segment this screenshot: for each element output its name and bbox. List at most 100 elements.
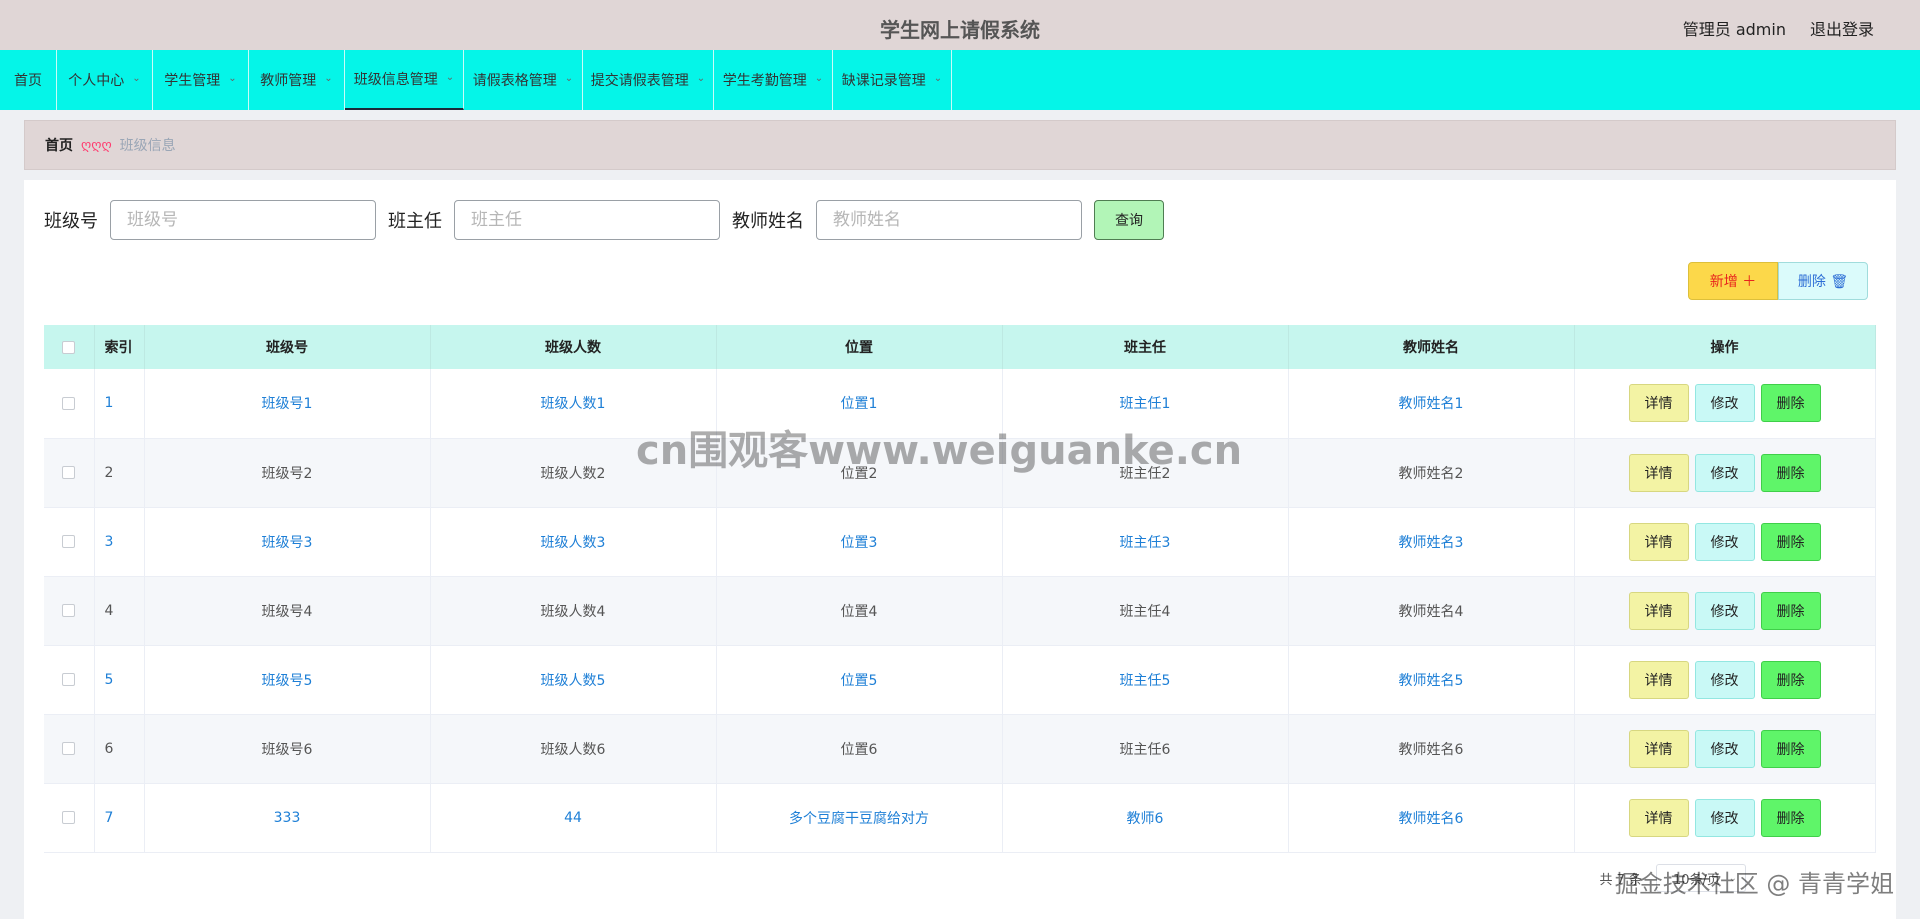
cell-class-size: 班级人数4 bbox=[430, 576, 717, 646]
cell-index: 2 bbox=[94, 438, 145, 508]
breadcrumb: 首页 ღღღ 班级信息 bbox=[24, 120, 1896, 170]
nav-item-2[interactable]: 学生管理 ⌄ bbox=[153, 50, 249, 110]
cell-class-no: 班级号3 bbox=[144, 507, 431, 577]
cell-location: 位置4 bbox=[716, 576, 1003, 646]
pagination: 共 7 条 10条/页 ⌄ bbox=[1599, 864, 1746, 892]
row-checkbox[interactable] bbox=[62, 466, 76, 479]
detail-button[interactable]: 详情 bbox=[1628, 384, 1689, 423]
detail-button[interactable]: 详情 bbox=[1628, 591, 1689, 630]
edit-button[interactable]: 修改 bbox=[1694, 453, 1755, 492]
table-row: 2 班级号2 班级人数2 位置2 班主任2 教师姓名2 详情 修改 删除 bbox=[44, 438, 1876, 508]
edit-button[interactable]: 修改 bbox=[1694, 384, 1755, 423]
cell-operation: 详情 修改 删除 bbox=[1574, 783, 1876, 853]
header-class-size[interactable]: 班级人数 bbox=[430, 325, 717, 369]
cell-teacher-name: 教师姓名6 bbox=[1288, 783, 1575, 853]
breadcrumb-current: 班级信息 bbox=[119, 138, 176, 154]
edit-button[interactable]: 修改 bbox=[1694, 591, 1755, 630]
detail-button[interactable]: 详情 bbox=[1628, 522, 1689, 561]
add-button[interactable]: 新增 ＋ bbox=[1688, 262, 1778, 300]
cell-location: 多个豆腐干豆腐给对方 bbox=[716, 783, 1003, 853]
teacher-name-input[interactable] bbox=[816, 200, 1082, 240]
select-all-cell bbox=[44, 325, 95, 369]
detail-button[interactable]: 详情 bbox=[1628, 453, 1689, 492]
pagination-total: 共 7 条 bbox=[1599, 872, 1642, 888]
row-delete-button[interactable]: 删除 bbox=[1760, 384, 1821, 423]
edit-button[interactable]: 修改 bbox=[1694, 660, 1755, 699]
cell-class-size: 班级人数2 bbox=[430, 438, 717, 508]
cell-class-no: 班级号5 bbox=[144, 645, 431, 715]
header-head-teacher[interactable]: 班主任 bbox=[1002, 325, 1289, 369]
header-teacher-name[interactable]: 教师姓名 bbox=[1288, 325, 1575, 369]
top-header: 学生网上请假系统 管理员 admin 退出登录 bbox=[0, 0, 1920, 50]
table-row: 4 班级号4 班级人数4 位置4 班主任4 教师姓名4 详情 修改 删除 bbox=[44, 576, 1876, 646]
select-all-checkbox[interactable] bbox=[62, 340, 76, 354]
chevron-down-icon: ⌄ bbox=[324, 72, 333, 84]
cell-class-size: 班级人数1 bbox=[430, 369, 717, 439]
row-checkbox[interactable] bbox=[62, 811, 76, 824]
row-select-cell bbox=[44, 576, 95, 646]
row-delete-button[interactable]: 删除 bbox=[1760, 522, 1821, 561]
header-class-no[interactable]: 班级号 bbox=[144, 325, 431, 369]
nav-item-label: 教师管理 bbox=[260, 73, 317, 89]
cell-class-size: 班级人数6 bbox=[430, 714, 717, 784]
row-select-cell bbox=[44, 438, 95, 508]
table-row: 3 班级号3 班级人数3 位置3 班主任3 教师姓名3 详情 修改 删除 bbox=[44, 507, 1876, 577]
query-button[interactable]: 查询 bbox=[1094, 200, 1164, 240]
row-delete-button[interactable]: 删除 bbox=[1760, 729, 1821, 768]
search-bar: 班级号 班主任 教师姓名 查询 bbox=[44, 200, 1164, 240]
page-size-value: 10条/页 bbox=[1673, 872, 1720, 888]
breadcrumb-home[interactable]: 首页 bbox=[45, 135, 73, 155]
row-checkbox[interactable] bbox=[62, 673, 76, 686]
edit-button[interactable]: 修改 bbox=[1694, 729, 1755, 768]
detail-button[interactable]: 详情 bbox=[1628, 798, 1689, 837]
table-row: 7 333 44 多个豆腐干豆腐给对方 教师6 教师姓名6 详情 修改 删除 bbox=[44, 783, 1876, 853]
detail-button[interactable]: 详情 bbox=[1628, 660, 1689, 699]
row-delete-button[interactable]: 删除 bbox=[1760, 798, 1821, 837]
row-checkbox[interactable] bbox=[62, 535, 76, 548]
page-size-select[interactable]: 10条/页 ⌄ bbox=[1656, 864, 1746, 892]
cell-operation: 详情 修改 删除 bbox=[1574, 369, 1876, 439]
nav-item-7[interactable]: 学生考勤管理 ⌄ bbox=[714, 50, 833, 110]
nav-item-3[interactable]: 教师管理 ⌄ bbox=[249, 50, 345, 110]
class-no-input[interactable] bbox=[110, 200, 376, 240]
nav-item-5[interactable]: 请假表格管理 ⌄ bbox=[464, 50, 583, 110]
nav-item-8[interactable]: 缺课记录管理 ⌄ bbox=[833, 50, 952, 110]
row-delete-button[interactable]: 删除 bbox=[1760, 591, 1821, 630]
chevron-down-icon: ⌄ bbox=[933, 72, 943, 84]
row-checkbox[interactable] bbox=[62, 396, 76, 410]
cell-class-no: 333 bbox=[144, 783, 431, 853]
nav-item-label: 学生考勤管理 bbox=[722, 73, 807, 89]
row-select-cell bbox=[44, 714, 95, 784]
row-checkbox[interactable] bbox=[62, 604, 76, 617]
nav-item-1[interactable]: 个人中心 ⌄ bbox=[57, 50, 153, 110]
nav-item-0[interactable]: 首页 bbox=[0, 50, 57, 110]
header-location[interactable]: 位置 bbox=[716, 325, 1003, 369]
nav-item-4[interactable]: 班级信息管理 ⌄ bbox=[345, 50, 464, 110]
cell-operation: 详情 修改 删除 bbox=[1574, 714, 1876, 784]
cell-teacher-name: 教师姓名3 bbox=[1288, 507, 1575, 577]
row-checkbox[interactable] bbox=[62, 742, 76, 755]
nav-item-label: 提交请假表管理 bbox=[590, 73, 689, 89]
table-row: 1 班级号1 班级人数1 位置1 班主任1 教师姓名1 详情 修改 删除 bbox=[44, 369, 1876, 439]
class-table-wrapper: 索引 班级号 班级人数 位置 班主任 教师姓名 操作 1 班级号1 班级人数1 位置1… bbox=[44, 325, 1876, 853]
cell-head-teacher: 班主任6 bbox=[1002, 714, 1289, 784]
row-select-cell bbox=[44, 783, 95, 853]
row-delete-button[interactable]: 删除 bbox=[1760, 453, 1821, 492]
batch-delete-button[interactable]: 删除 🗑 bbox=[1778, 262, 1868, 300]
cell-class-no: 班级号4 bbox=[144, 576, 431, 646]
nav-item-6[interactable]: 提交请假表管理 ⌄ bbox=[583, 50, 714, 110]
cell-head-teacher: 班主任2 bbox=[1002, 438, 1289, 508]
cell-teacher-name: 教师姓名2 bbox=[1288, 438, 1575, 508]
nav-item-label: 班级信息管理 bbox=[353, 72, 438, 88]
row-delete-button[interactable]: 删除 bbox=[1760, 660, 1821, 699]
edit-button[interactable]: 修改 bbox=[1694, 522, 1755, 561]
nav-item-label: 请假表格管理 bbox=[472, 73, 557, 89]
cell-head-teacher: 班主任4 bbox=[1002, 576, 1289, 646]
cell-location: 位置5 bbox=[716, 645, 1003, 715]
head-teacher-input[interactable] bbox=[454, 200, 720, 240]
content-panel: 班级号 班主任 教师姓名 查询 新增 ＋ 删除 🗑 索引 班级号 班级人数 位置… bbox=[24, 180, 1896, 919]
edit-button[interactable]: 修改 bbox=[1694, 798, 1755, 837]
cell-class-no: 班级号2 bbox=[144, 438, 431, 508]
logout-button[interactable]: 退出登录 bbox=[1810, 16, 1874, 40]
detail-button[interactable]: 详情 bbox=[1628, 729, 1689, 768]
